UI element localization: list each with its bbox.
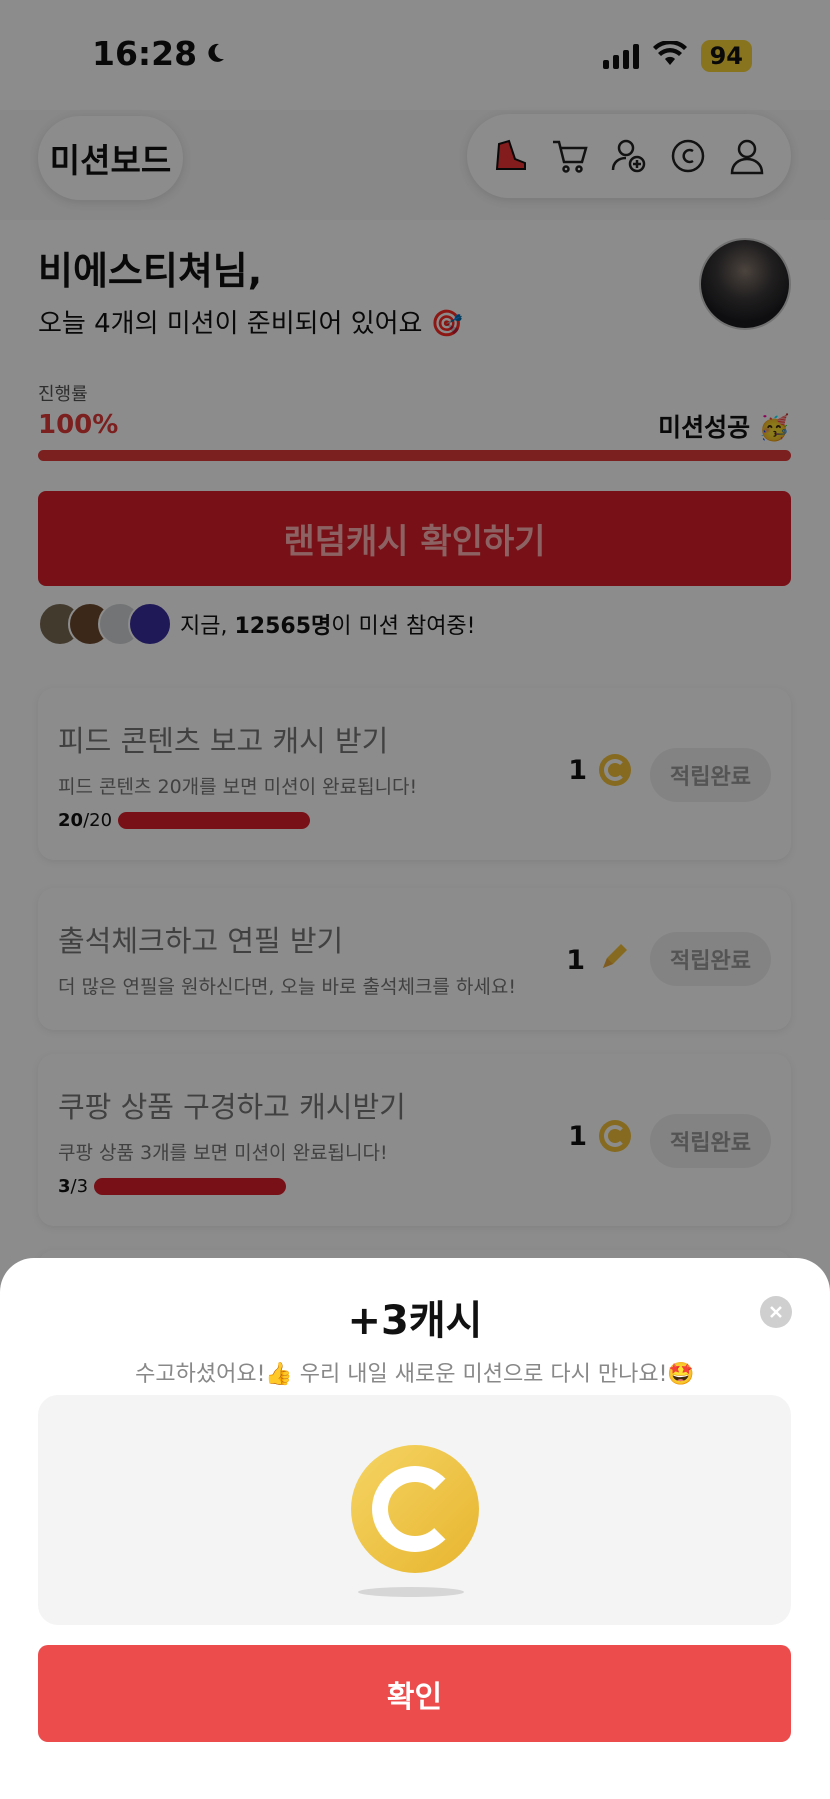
coin-shadow bbox=[358, 1587, 464, 1597]
sheet-message: 수고하셨어요!👍 우리 내일 새로운 미션으로 다시 만나요!🤩 bbox=[135, 1362, 695, 1387]
confirm-button[interactable]: 확인 bbox=[38, 1645, 791, 1742]
sheet-title: +3캐시 bbox=[347, 1298, 483, 1344]
coin-illustration bbox=[38, 1395, 791, 1625]
close-icon[interactable] bbox=[760, 1296, 792, 1328]
cash-coin-icon bbox=[351, 1445, 479, 1573]
reward-sheet: +3캐시 수고하셨어요!👍 우리 내일 새로운 미션으로 다시 만나요!🤩 확인 bbox=[0, 1258, 830, 1799]
